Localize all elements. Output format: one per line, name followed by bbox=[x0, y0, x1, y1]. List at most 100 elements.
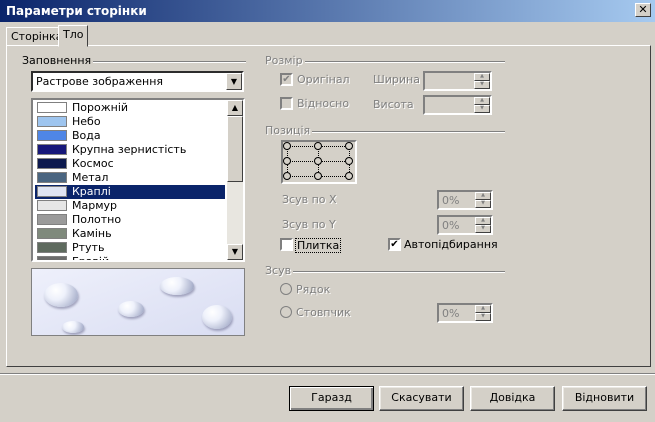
offset-y-spinbox[interactable]: 0% ▲ ▼ bbox=[437, 215, 493, 235]
list-item-label: Ртуть bbox=[72, 241, 105, 254]
title-bar: Параметри сторінки ✕ bbox=[0, 0, 655, 22]
swatch-icon bbox=[37, 130, 67, 141]
list-item[interactable]: Краплі bbox=[35, 185, 225, 199]
bitmap-list[interactable]: Порожній Небо Вода Крупна зернистість Космос… bbox=[31, 98, 245, 262]
height-spinbox[interactable]: ▲ ▼ bbox=[423, 95, 492, 115]
list-item[interactable]: Небо bbox=[35, 115, 225, 129]
spin-down-icon[interactable]: ▼ bbox=[475, 225, 491, 233]
relative-checkbox[interactable] bbox=[280, 97, 293, 110]
list-item-label: Небо bbox=[72, 115, 101, 128]
list-item[interactable]: Космос bbox=[35, 157, 225, 171]
list-item-label: Гравій bbox=[72, 255, 110, 262]
scroll-thumb[interactable] bbox=[227, 116, 243, 182]
droplet-image bbox=[62, 321, 84, 333]
width-spinbox[interactable]: ▲ ▼ bbox=[423, 71, 492, 91]
list-scrollbar[interactable]: ▲ ▼ bbox=[227, 100, 243, 260]
scroll-down-icon[interactable]: ▼ bbox=[227, 244, 243, 260]
list-item[interactable]: Порожній bbox=[35, 101, 225, 115]
relative-label: Відносно bbox=[297, 97, 350, 110]
offset-x-spinbox[interactable]: 0% ▲ ▼ bbox=[437, 190, 493, 210]
help-button[interactable]: Довідка bbox=[470, 386, 555, 411]
position-bottom-right[interactable] bbox=[345, 172, 353, 180]
spin-up-icon[interactable]: ▲ bbox=[475, 192, 491, 200]
autofit-checkbox[interactable]: ✔ bbox=[388, 238, 401, 251]
spin-down-icon[interactable]: ▼ bbox=[474, 105, 490, 113]
list-item-label: Мармур bbox=[72, 199, 118, 212]
position-bottom-center[interactable] bbox=[314, 172, 322, 180]
spin-up-icon[interactable]: ▲ bbox=[475, 305, 491, 313]
ok-button[interactable]: Гаразд bbox=[289, 386, 374, 411]
droplet-image bbox=[202, 305, 232, 329]
position-bottom-left[interactable] bbox=[283, 172, 291, 180]
offset-y-label: Зсув по Y bbox=[282, 218, 336, 231]
height-label: Висота bbox=[373, 98, 414, 111]
position-middle-left[interactable] bbox=[283, 157, 291, 165]
spin-down-icon[interactable]: ▼ bbox=[474, 81, 490, 89]
column-label: Стовпчик bbox=[296, 306, 351, 319]
fill-group-label: Заповнення bbox=[20, 54, 94, 67]
reset-button[interactable]: Відновити bbox=[562, 386, 647, 411]
offset-x-label: Зсув по X bbox=[282, 193, 337, 206]
list-item[interactable]: Вода bbox=[35, 129, 225, 143]
swatch-icon bbox=[37, 214, 67, 225]
tile-checkbox[interactable] bbox=[280, 238, 293, 251]
position-top-right[interactable] bbox=[345, 142, 353, 150]
cancel-button-label: Скасувати bbox=[391, 391, 452, 404]
cancel-button[interactable]: Скасувати bbox=[379, 386, 464, 411]
swatch-icon bbox=[37, 116, 67, 127]
scroll-up-icon[interactable]: ▲ bbox=[227, 100, 243, 116]
swatch-icon bbox=[37, 172, 67, 183]
tab-background-label: Тло bbox=[63, 28, 84, 41]
offset-x-value: 0% bbox=[442, 194, 460, 207]
list-item-label: Камінь bbox=[72, 227, 112, 240]
original-checkbox[interactable]: ✔ bbox=[280, 73, 293, 86]
fill-group-line bbox=[86, 61, 246, 63]
list-item-label: Космос bbox=[72, 157, 114, 170]
spin-down-icon[interactable]: ▼ bbox=[475, 200, 491, 208]
position-center[interactable] bbox=[314, 157, 322, 165]
list-item-label: Краплі bbox=[72, 185, 111, 198]
button-bar-separator bbox=[0, 373, 655, 375]
droplet-image bbox=[160, 277, 194, 295]
page-setup-dialog: Параметри сторінки ✕ Сторінка Тло Заповн… bbox=[0, 0, 655, 422]
position-grid[interactable] bbox=[281, 140, 357, 184]
close-icon: ✕ bbox=[638, 3, 648, 16]
position-middle-right[interactable] bbox=[345, 157, 353, 165]
offset-value-spinbox[interactable]: 0% ▲ ▼ bbox=[437, 303, 493, 323]
droplet-image bbox=[118, 301, 144, 317]
list-item-label: Крупна зернистість bbox=[72, 143, 187, 156]
list-item[interactable]: Камінь bbox=[35, 227, 225, 241]
fill-type-dropdown[interactable]: Растрове зображення ▼ bbox=[31, 71, 244, 92]
spin-down-icon[interactable]: ▼ bbox=[475, 313, 491, 321]
window-title: Параметри сторінки bbox=[6, 4, 147, 18]
offset-y-value: 0% bbox=[442, 219, 460, 232]
tab-background[interactable]: Тло bbox=[58, 25, 89, 47]
list-item[interactable]: Ртуть bbox=[35, 241, 225, 255]
list-item[interactable]: Крупна зернистість bbox=[35, 143, 225, 157]
offset-value: 0% bbox=[442, 307, 460, 320]
close-button[interactable]: ✕ bbox=[635, 3, 651, 17]
list-item-label: Полотно bbox=[72, 213, 122, 226]
fill-type-value: Растрове зображення bbox=[36, 75, 164, 88]
column-radio[interactable] bbox=[280, 306, 292, 318]
list-item-label: Порожній bbox=[72, 101, 129, 114]
list-item[interactable]: Гравій bbox=[35, 255, 225, 262]
spin-up-icon[interactable]: ▲ bbox=[475, 217, 491, 225]
position-top-center[interactable] bbox=[314, 142, 322, 150]
droplet-image bbox=[44, 283, 78, 307]
chevron-down-icon[interactable]: ▼ bbox=[226, 73, 242, 90]
tab-page-label: Сторінка bbox=[11, 30, 63, 43]
spin-up-icon[interactable]: ▲ bbox=[474, 97, 490, 105]
list-item-label: Вода bbox=[72, 129, 101, 142]
list-item[interactable]: Мармур bbox=[35, 199, 225, 213]
tile-label: Плитка bbox=[295, 238, 342, 253]
position-top-left[interactable] bbox=[283, 142, 291, 150]
position-group-line bbox=[312, 131, 505, 133]
list-item[interactable]: Полотно bbox=[35, 213, 225, 227]
swatch-icon bbox=[37, 256, 67, 260]
fill-preview bbox=[31, 268, 245, 336]
swatch-icon bbox=[37, 144, 67, 155]
list-item[interactable]: Метал bbox=[35, 171, 225, 185]
row-radio[interactable] bbox=[280, 283, 292, 295]
spin-up-icon[interactable]: ▲ bbox=[474, 73, 490, 81]
